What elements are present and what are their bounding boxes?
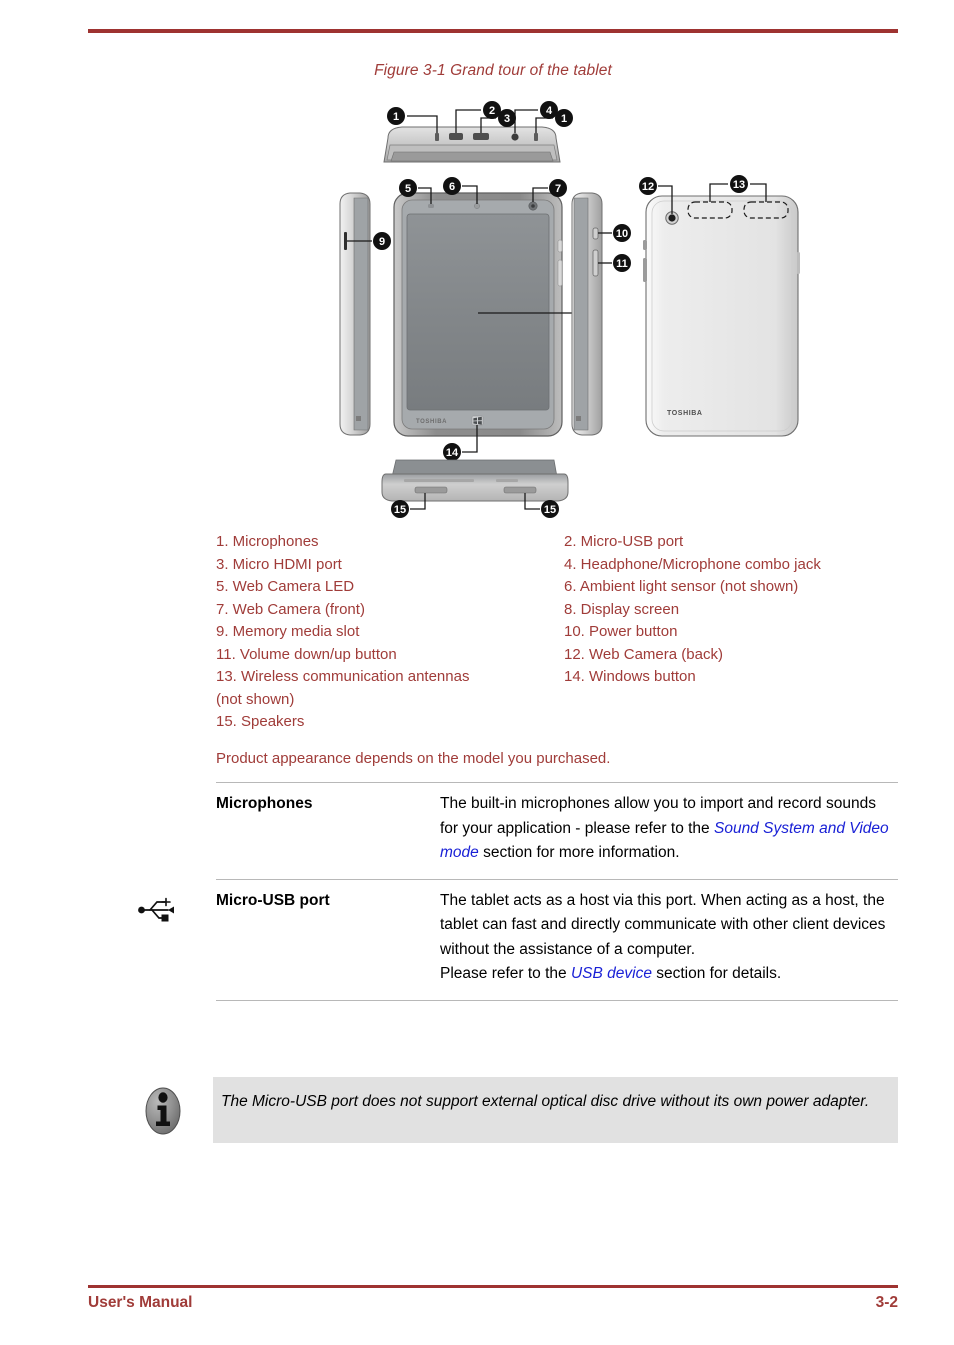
cross-reference-link[interactable]: USB device <box>571 965 652 982</box>
figure-view-left-side <box>339 192 371 436</box>
list-item: 13. Wireless communication antennas (not… <box>216 668 470 708</box>
svg-text:1: 1 <box>393 111 399 123</box>
figure-callout-badges-top: 1 2 3 4 1 <box>387 101 573 127</box>
note-box: The Micro-USB port does not support exte… <box>213 1077 898 1143</box>
svg-text:5: 5 <box>405 183 411 195</box>
svg-text:9: 9 <box>379 236 385 248</box>
list-item: 9. Memory media slot <box>216 623 360 640</box>
svg-text:TOSHIBA: TOSHIBA <box>416 419 447 425</box>
header-rule <box>88 29 898 33</box>
term-description: The tablet acts as a host via this port.… <box>440 889 898 987</box>
list-item: 12. Web Camera (back) <box>564 645 723 663</box>
svg-text:2: 2 <box>489 105 495 117</box>
svg-text:TOSHIBA: TOSHIBA <box>667 410 703 417</box>
svg-text:6: 6 <box>449 181 455 193</box>
figure-view-back: TOSHIBA <box>643 195 800 437</box>
list-item: 8. Display screen <box>564 600 680 618</box>
appearance-note: Product appearance depends on the model … <box>216 750 611 767</box>
table-row: Microphones The built-in microphones all… <box>216 782 898 879</box>
description-text-before: Please refer to the <box>440 965 571 982</box>
legend-column-left: 1. Microphones 3. Micro HDMI port 5. Web… <box>216 531 556 734</box>
svg-text:3: 3 <box>504 113 510 125</box>
list-item: 1. Microphones <box>216 533 319 550</box>
svg-text:11: 11 <box>616 258 628 270</box>
figure-view-front: TOSHIBA <box>393 192 563 437</box>
document-page: Figure 3-1 Grand tour of the tablet 1 2 … <box>0 0 954 1345</box>
specification-table: Microphones The built-in microphones all… <box>138 782 898 1001</box>
footer-rule <box>88 1285 898 1288</box>
list-item: 10. Power button <box>564 623 678 640</box>
svg-text:12: 12 <box>642 181 654 193</box>
svg-text:14: 14 <box>446 447 459 459</box>
svg-text:15: 15 <box>544 504 556 516</box>
description-paragraph-2: Please refer to the USB device section f… <box>440 962 898 987</box>
figure-caption: Figure 3-1 Grand tour of the tablet <box>374 62 612 79</box>
svg-text:7: 7 <box>555 183 561 195</box>
list-item: 6. Ambient light sensor (not shown) <box>564 578 799 595</box>
list-item: 2. Micro-USB port <box>564 533 684 550</box>
figure-view-right-side <box>571 192 603 436</box>
term-label: Microphones <box>216 795 313 812</box>
footer-page-number: 3-2 <box>875 1294 898 1311</box>
description-text-after: section for more information. <box>478 844 680 861</box>
list-item: 4. Headphone/Microphone combo jack <box>564 555 821 573</box>
svg-text:4: 4 <box>546 105 553 117</box>
list-item: 7. Web Camera (front) <box>216 600 365 618</box>
svg-text:13: 13 <box>733 179 745 191</box>
svg-text:1: 1 <box>561 113 567 125</box>
list-item: 15. Speakers <box>216 713 305 730</box>
term-description: The built-in microphones allow you to im… <box>440 792 898 866</box>
usb-icon <box>134 892 180 924</box>
description-text-after: section for details. <box>651 965 782 982</box>
figure-view-top <box>383 126 561 163</box>
term-label: Micro-USB port <box>216 891 330 909</box>
legend-column-right: 2. Micro-USB port 4. Headphone/Microphon… <box>564 531 909 689</box>
note-text: The Micro-USB port does not support exte… <box>221 1093 870 1110</box>
info-icon <box>137 1083 189 1139</box>
figure-grand-tour: 1 2 3 4 1 9 TOSHIBA 5 6 7 14 10 11 TOSHI… <box>310 100 810 520</box>
description-paragraph-1: The tablet acts as a host via this port.… <box>440 891 886 958</box>
figure-view-bottom <box>381 459 569 502</box>
list-item: 5. Web Camera LED <box>216 578 355 595</box>
svg-text:15: 15 <box>394 504 406 516</box>
list-item: 3. Micro HDMI port <box>216 555 342 573</box>
list-item: 11. Volume down/up button <box>216 645 397 663</box>
table-row: Micro-USB port The tablet acts as a host… <box>138 878 898 1001</box>
list-item: 14. Windows button <box>564 668 696 685</box>
svg-text:10: 10 <box>616 228 628 240</box>
